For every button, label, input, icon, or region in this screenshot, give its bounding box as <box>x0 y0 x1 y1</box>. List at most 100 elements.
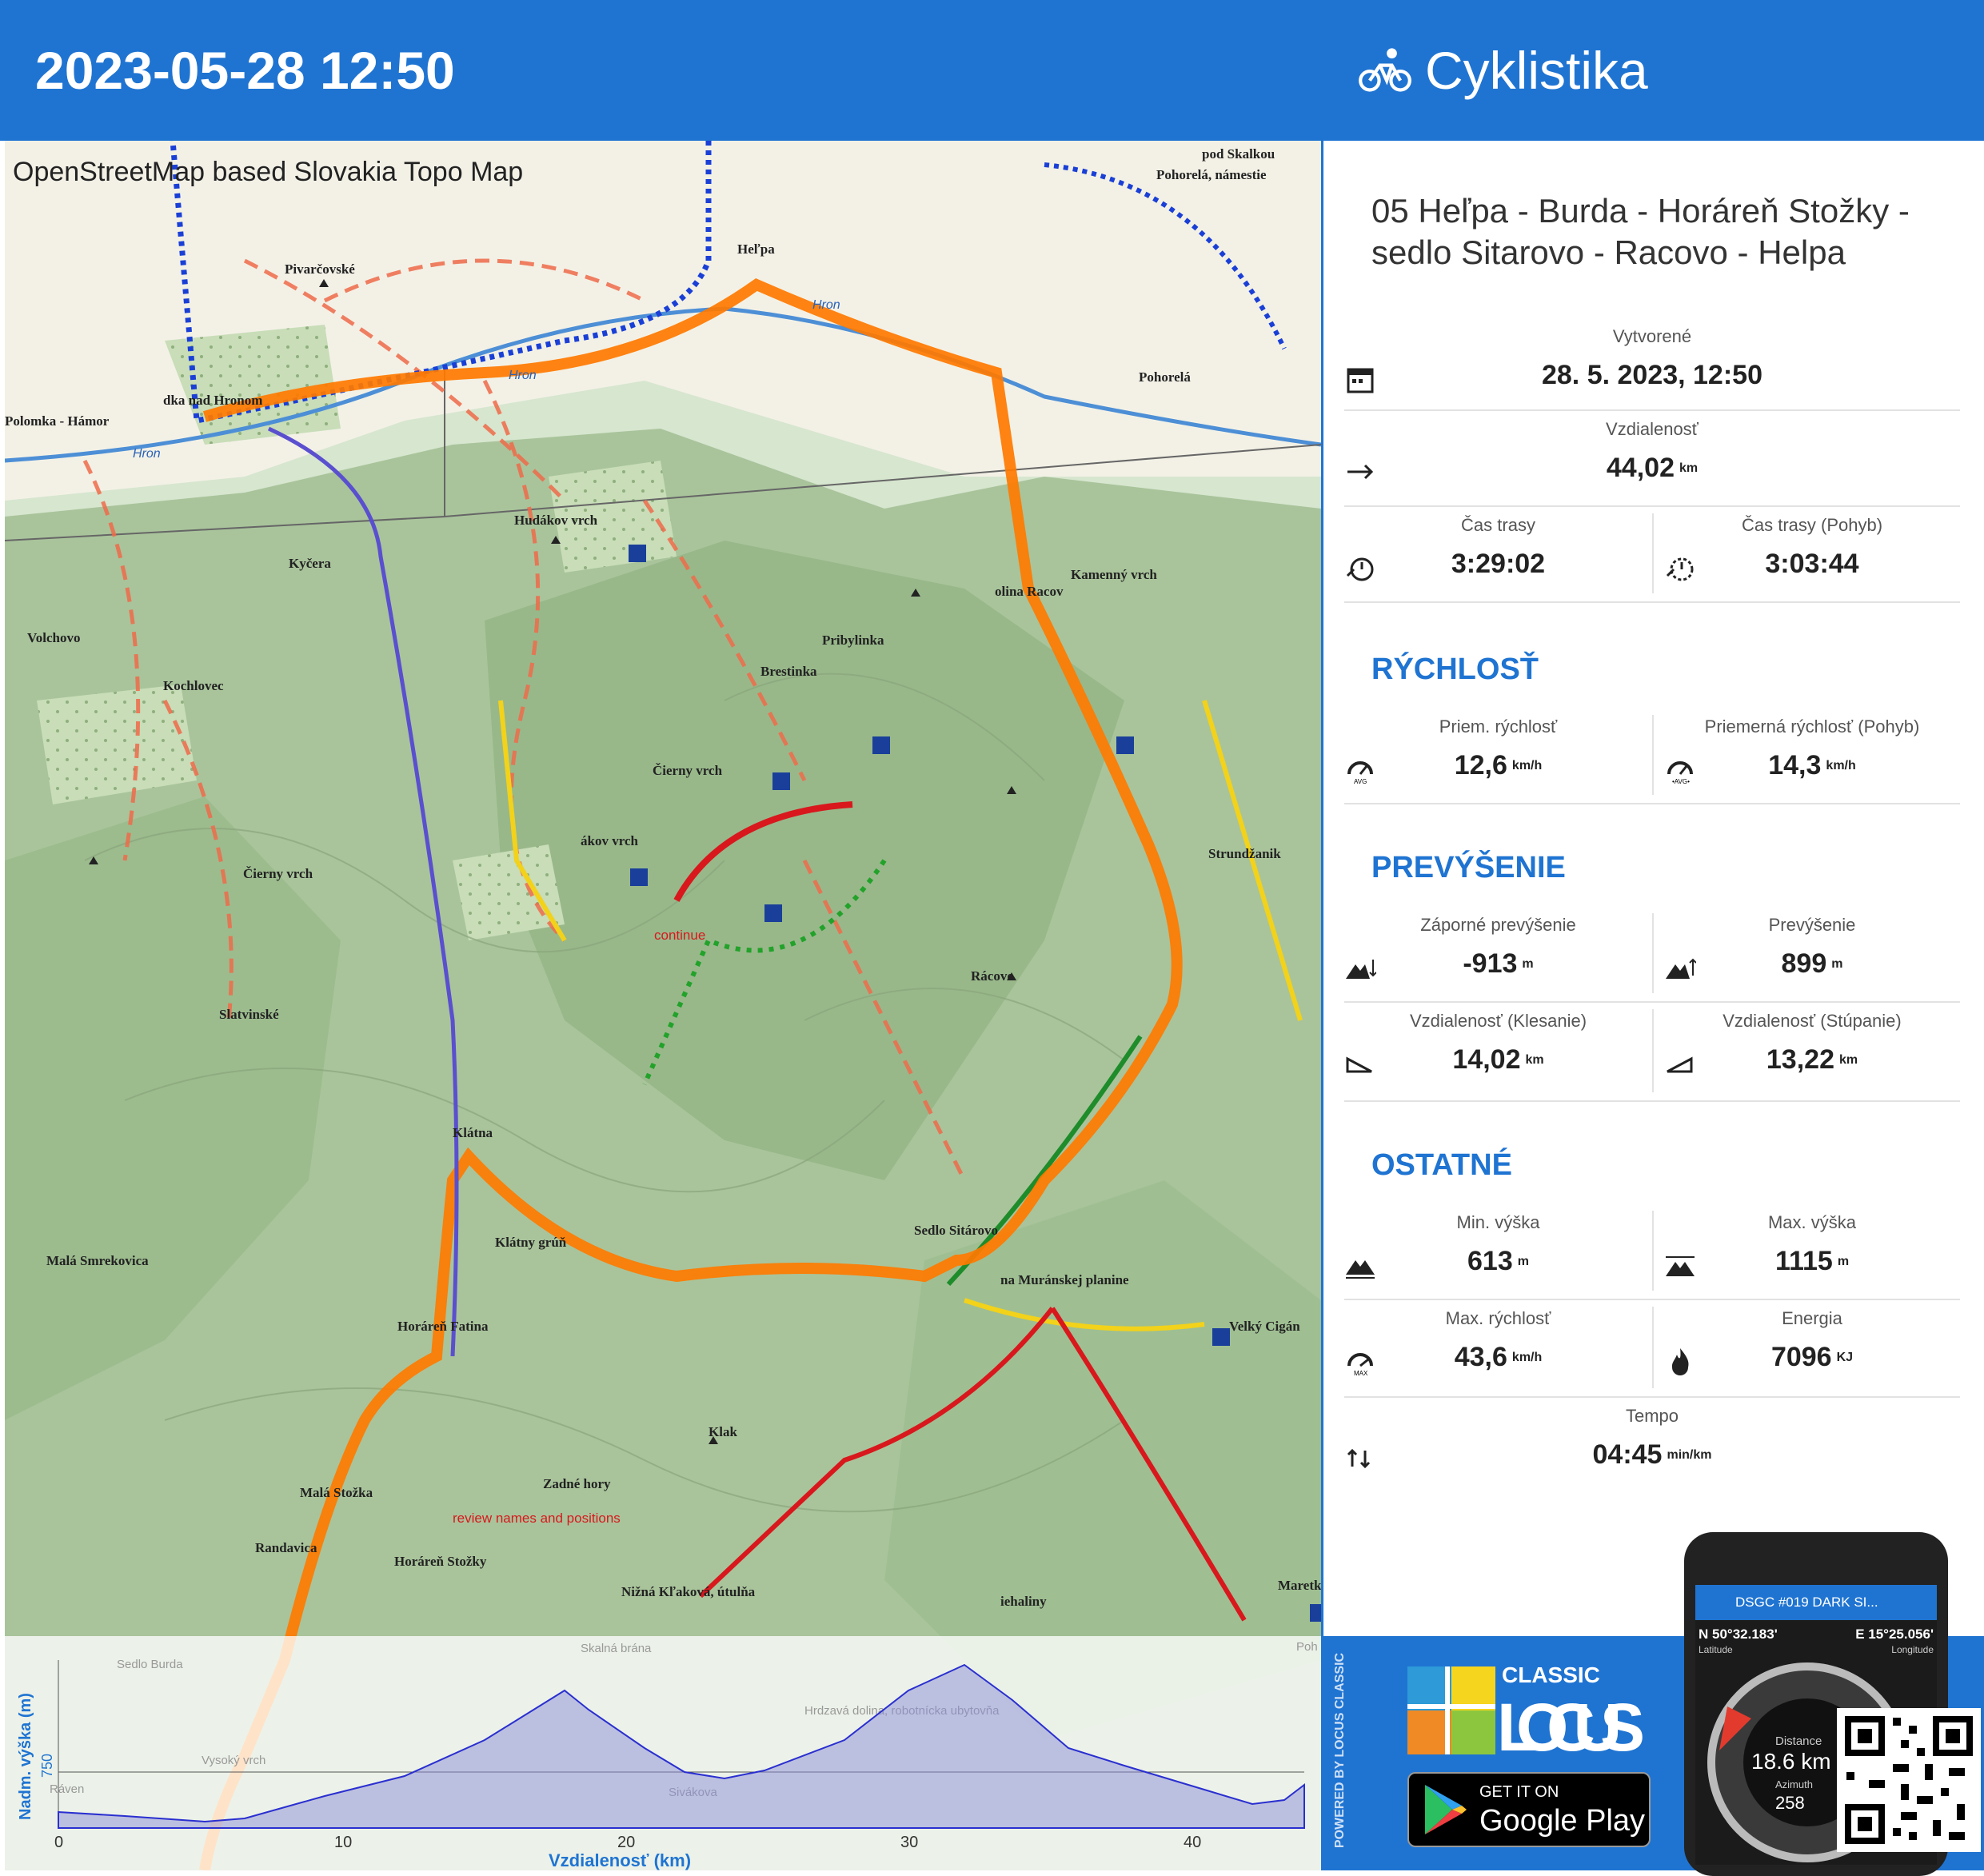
svg-text:Kochlovec: Kochlovec <box>163 678 224 693</box>
avg-speed-value: 12,6 km/h <box>1454 750 1543 780</box>
phone-lon-label: Longitude <box>1891 1644 1934 1655</box>
svg-text:Volchovo: Volchovo <box>27 630 80 645</box>
distance-label: Vzdialenosť <box>1606 419 1699 439</box>
svg-text:Randavica: Randavica <box>255 1540 317 1555</box>
svg-text:Malá Stožka: Malá Stožka <box>300 1485 373 1500</box>
qr-code[interactable] <box>1837 1708 1981 1852</box>
powered-by-label: POWERED BY LOCUS CLASSIC <box>1333 1652 1347 1849</box>
x-tick: 20 <box>617 1834 635 1851</box>
header-activity: Cyklistika <box>1358 40 1648 101</box>
descent-value: -913 m <box>1463 948 1534 979</box>
pace-label: Tempo <box>1625 1406 1679 1426</box>
min-alt-value: 613 m <box>1467 1246 1529 1276</box>
phone-lon: E 15°25.056' <box>1855 1627 1934 1642</box>
profile-bg-label: Poh <box>1296 1640 1318 1654</box>
svg-text:na Muránskej planine: na Muránskej planine <box>1000 1272 1129 1287</box>
header-datetime: 2023-05-28 12:50 <box>35 41 455 100</box>
descent-label: Záporné prevýšenie <box>1420 915 1576 935</box>
max-speed-label: Max. rýchlosť <box>1445 1308 1551 1328</box>
svg-text:review names and positions: review names and positions <box>453 1511 621 1526</box>
topo-map[interactable]: Heľpa Pohorelá, námestie pod Skalkou Poh… <box>5 141 1321 1870</box>
time-moving-value: 3:03:44 <box>1765 549 1859 579</box>
row-created: Vytvorené 28. 5. 2023, 12:50 <box>1344 317 1960 411</box>
qr-code-icon <box>1845 1716 1973 1844</box>
x-tick: 40 <box>1184 1834 1201 1851</box>
svg-text:Hron: Hron <box>133 447 161 461</box>
created-value: 28. 5. 2023, 12:50 <box>1541 360 1762 390</box>
row-speed: AVG Priem. rýchlosť 12,6 km/h •AVG• Priem… <box>1344 707 1960 804</box>
avg-speed-label: Priem. rýchlosť <box>1439 716 1558 736</box>
ascent-value: 899 m <box>1781 948 1843 979</box>
energy-value: 7096 KJ <box>1770 1342 1854 1372</box>
svg-text:Nižná Kľaková, útulňa: Nižná Kľaková, útulňa <box>621 1584 756 1599</box>
created-label: Vytvorené <box>1612 326 1692 346</box>
map-label-helpa: Heľpa <box>737 241 775 257</box>
row-elev: Záporné prevýšenie -913 m Prevýšenie 899 m <box>1344 905 1960 1003</box>
svg-text:Klátna: Klátna <box>453 1125 493 1140</box>
svg-text:Zadné hory: Zadné hory <box>543 1476 611 1491</box>
google-play-button[interactable]: GET IT ON Google Play <box>1407 1772 1651 1847</box>
bicycle-icon <box>1359 48 1411 92</box>
logo-classic: CLASSIC <box>1502 1666 1600 1687</box>
svg-text:continue: continue <box>654 928 705 943</box>
svg-text:Pribylinka: Pribylinka <box>822 633 884 648</box>
locus-promo: POWERED BY LOCUS CLASSIC CLASSIC LOCUS G… <box>1321 1532 1984 1876</box>
svg-text:Klátny grúň: Klátny grúň <box>495 1235 567 1250</box>
svg-text:Maretk: Maretk <box>1278 1578 1321 1593</box>
other-section-title: OSTATNÉ <box>1371 1148 1512 1182</box>
profile-bg-label: Ráven <box>50 1782 84 1796</box>
y-axis-label: Nadm. výška (m) <box>17 1693 34 1820</box>
svg-text:Kyčera: Kyčera <box>289 556 331 571</box>
avg-speed-moving-label: Priemerná rýchlosť (Pohyb) <box>1704 716 1920 736</box>
energy-label: Energia <box>1782 1308 1842 1328</box>
gp-small-text: GET IT ON <box>1479 1783 1559 1801</box>
map-canvas[interactable]: Heľpa Pohorelá, námestie pod Skalkou Poh… <box>5 141 1321 1870</box>
profile-bg-label: Sedlo Burda <box>117 1658 183 1671</box>
pace-value: 04:45 min/km <box>1592 1439 1712 1470</box>
max-alt-label: Max. výška <box>1767 1212 1857 1232</box>
elevation-chart: Sedlo Burda Skalná brána Hrdzavá dolina,… <box>17 1640 1318 1870</box>
avg-speed-moving-value: 14,3 km/h <box>1768 750 1856 780</box>
distance-value: 44,02 km <box>1606 453 1699 483</box>
svg-text:Sedlo Sitárovo: Sedlo Sitárovo <box>914 1223 998 1238</box>
svg-text:ákov vrch: ákov vrch <box>581 833 638 848</box>
phone-lat: N 50°32.183' <box>1699 1627 1778 1642</box>
phone-azim-value: 258 <box>1775 1793 1805 1813</box>
svg-text:pod Skalkou: pod Skalkou <box>1202 146 1275 162</box>
svg-text:Klak: Klak <box>709 1424 737 1439</box>
svg-text:Rácovo: Rácovo <box>971 968 1014 984</box>
map-source-label: OpenStreetMap based Slovakia Topo Map <box>13 157 524 187</box>
svg-text:Pohorelá, námestie: Pohorelá, námestie <box>1156 167 1267 182</box>
svg-text:Hron: Hron <box>812 298 840 312</box>
svg-text:Malá Smrekovica: Malá Smrekovica <box>46 1253 149 1268</box>
phone-title: DSGC #019 DARK SI... <box>1695 1585 1937 1620</box>
play-store-icon <box>1425 1785 1467 1834</box>
dist-down-value: 14,02 km <box>1452 1044 1544 1075</box>
gp-big-text: Google Play <box>1479 1804 1646 1838</box>
track-title: 05 Heľpa - Burda - Horáreň Stožky - sedl… <box>1371 192 1910 271</box>
svg-text:Hudákov vrch: Hudákov vrch <box>514 513 598 528</box>
svg-text:Horáreň Stožky: Horáreň Stožky <box>394 1554 487 1569</box>
speed-section-title: RÝCHLOSŤ <box>1371 653 1539 686</box>
svg-text:Kamenný vrch: Kamenný vrch <box>1071 567 1157 582</box>
svg-text:dka nad Hronom: dka nad Hronom <box>163 393 262 408</box>
x-tick: 30 <box>900 1834 918 1851</box>
time-moving-label: Čas trasy (Pohyb) <box>1741 515 1883 535</box>
svg-text:Hron: Hron <box>509 369 537 382</box>
logo-locus: LOCUS <box>1497 1690 1645 1762</box>
svg-text:Slatvinské: Slatvinské <box>219 1007 279 1022</box>
svg-text:Horáreň Fatina: Horáreň Fatina <box>397 1319 489 1334</box>
time-total-label: Čas trasy <box>1461 515 1535 535</box>
elevation-profile: Sedlo Burda Skalná brána Hrdzavá dolina,… <box>5 1636 1321 1870</box>
elevation-section-title: PREVÝŠENIE <box>1371 851 1566 884</box>
locus-logo: CLASSIC LOCUS <box>1407 1662 1647 1766</box>
phone-lat-label: Latitude <box>1699 1644 1733 1655</box>
stats-panel: 05 Heľpa - Burda - Horáreň Stožky - sedl… <box>1321 141 1984 1636</box>
row-pace: Tempo 04:45 min/km <box>1344 1396 1960 1492</box>
y-tick: 750 <box>39 1754 55 1778</box>
max-speed-value: 43,6 km/h <box>1454 1342 1543 1372</box>
svg-text:Čierny vrch: Čierny vrch <box>243 866 313 881</box>
svg-text:olina Racov: olina Racov <box>995 584 1064 599</box>
phone-dist-value: 18.6 km <box>1751 1749 1831 1774</box>
dist-down-label: Vzdialenosť (Klesanie) <box>1409 1011 1587 1031</box>
